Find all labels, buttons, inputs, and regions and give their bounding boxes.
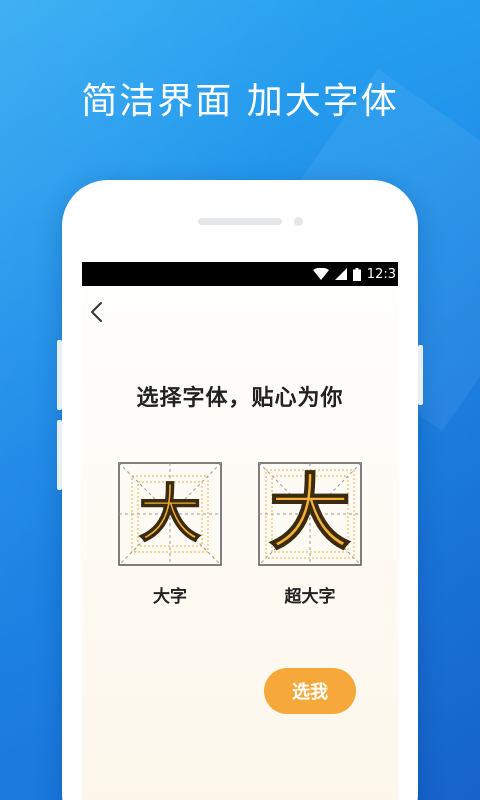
phone-volume-up bbox=[57, 340, 62, 410]
font-option-xlarge[interactable]: 大 bbox=[258, 462, 362, 566]
status-bar: 12:3 bbox=[82, 262, 398, 286]
font-option-large[interactable]: 大 bbox=[118, 462, 222, 566]
screen-title: 选择字体，贴心为你 bbox=[136, 386, 344, 411]
status-time: 12:3 bbox=[366, 266, 396, 282]
phone-camera bbox=[294, 217, 303, 226]
app-screen: 12:3 选择字体，贴心为你 大 大 大字 超大字 选我 bbox=[82, 262, 398, 800]
choose-button[interactable]: 选我 bbox=[264, 668, 356, 714]
promo-headline: 简洁界面 加大字体 bbox=[81, 81, 399, 122]
font-sample-glyph: 大 bbox=[138, 477, 202, 550]
phone-power-button bbox=[418, 345, 423, 405]
chevron-left-icon bbox=[91, 302, 102, 322]
font-option-label-large[interactable]: 大字 bbox=[118, 582, 222, 607]
phone-speaker bbox=[198, 218, 282, 225]
font-option-label-xlarge[interactable]: 超大字 bbox=[258, 582, 362, 607]
font-sample-glyph: 大 bbox=[268, 466, 352, 561]
battery-icon bbox=[352, 267, 361, 281]
back-button[interactable] bbox=[86, 300, 110, 324]
wifi-icon bbox=[312, 268, 329, 280]
phone-mockup: 12:3 选择字体，贴心为你 大 大 大字 超大字 选我 bbox=[57, 180, 423, 800]
signal-icon bbox=[334, 268, 347, 280]
phone-volume-down bbox=[57, 420, 62, 490]
